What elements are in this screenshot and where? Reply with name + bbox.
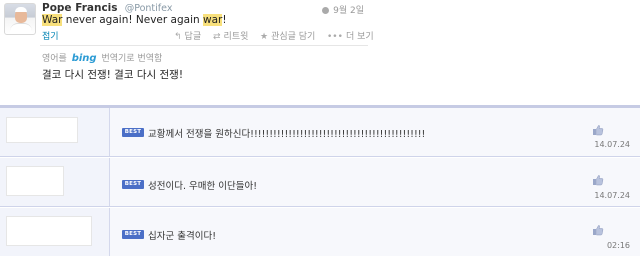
comment-row: BEST 성전이다. 우매한 이단들아! 14.07.24 bbox=[0, 158, 640, 207]
commenter-avatar[interactable] bbox=[6, 216, 92, 246]
translate-prefix: 영어를 bbox=[42, 54, 67, 64]
retweet-icon: ⇄ bbox=[213, 32, 221, 42]
comment-text: 성전이다. 우매한 이단들아! bbox=[148, 181, 258, 192]
commenter-avatar[interactable] bbox=[6, 117, 78, 143]
commenter-column bbox=[0, 208, 110, 256]
commenter-column bbox=[0, 108, 110, 156]
commenter-column bbox=[0, 158, 110, 206]
reply-button[interactable]: ↰ 답글 bbox=[174, 29, 201, 42]
bing-logo[interactable]: bing bbox=[72, 53, 97, 64]
best-badge: BEST bbox=[122, 180, 144, 189]
collapse-link[interactable]: 접기 bbox=[42, 29, 59, 42]
more-button[interactable]: ••• 더 보기 bbox=[327, 29, 374, 42]
comment-body: BEST 교황께서 전쟁을 원하신다!!!!!!!!!!!!!!!!!!!!!!… bbox=[110, 108, 640, 156]
comment-date: 14.07.24 bbox=[594, 140, 630, 149]
thumbs-up-icon[interactable] bbox=[592, 224, 604, 236]
comments-section: BEST 교황께서 전쟁을 원하신다!!!!!!!!!!!!!!!!!!!!!!… bbox=[0, 104, 640, 256]
comment-body: BEST 십자군 출격이다! 02:16 bbox=[110, 208, 640, 256]
tweet-text-part: never again! Never again bbox=[62, 14, 203, 26]
translation-attribution: 영어를 bing 번역기로 번역함 bbox=[42, 51, 162, 64]
commenter-avatar[interactable] bbox=[6, 166, 64, 196]
clock-icon bbox=[322, 7, 330, 14]
best-badge: BEST bbox=[122, 128, 144, 137]
divider bbox=[40, 45, 368, 46]
comment-row: BEST 십자군 출격이다! 02:16 bbox=[0, 208, 640, 256]
favorite-button[interactable]: ★ 관심글 담기 bbox=[260, 29, 315, 42]
author-avatar[interactable] bbox=[4, 3, 36, 35]
thumbs-up-icon[interactable] bbox=[592, 174, 604, 186]
comment-body: BEST 성전이다. 우매한 이단들아! 14.07.24 bbox=[110, 158, 640, 206]
more-icon: ••• bbox=[327, 32, 343, 42]
author-name[interactable]: Pope Francis bbox=[42, 2, 118, 14]
reply-label: 답글 bbox=[184, 32, 202, 42]
tweet-text-part: ! bbox=[222, 14, 227, 26]
tweet-author[interactable]: Pope Francis @Pontifex bbox=[42, 2, 172, 14]
tweet-actions: 접기 ↰ 답글 ⇄ 리트윗 ★ 관심글 담기 ••• 더 보기 bbox=[42, 29, 374, 43]
comment-date: 14.07.24 bbox=[594, 191, 630, 200]
tweet-date: 9월 2일 bbox=[333, 6, 364, 16]
retweet-label: 리트윗 bbox=[223, 32, 249, 42]
retweet-button[interactable]: ⇄ 리트윗 bbox=[213, 29, 248, 42]
best-badge: BEST bbox=[122, 230, 144, 239]
comment-text: 교황께서 전쟁을 원하신다!!!!!!!!!!!!!!!!!!!!!!!!!!!… bbox=[148, 129, 426, 140]
comment-date: 02:16 bbox=[606, 241, 630, 250]
favorite-label: 관심글 담기 bbox=[271, 32, 316, 42]
more-label: 더 보기 bbox=[345, 32, 374, 42]
tweet-card: Pope Francis @Pontifex 9월 2일 War never a… bbox=[0, 0, 374, 104]
author-handle[interactable]: @Pontifex bbox=[125, 3, 173, 14]
translate-suffix: 번역기로 번역함 bbox=[101, 54, 163, 64]
highlighted-word: war bbox=[203, 14, 223, 26]
favorite-icon: ★ bbox=[260, 32, 269, 42]
translated-text: 결코 다시 전쟁! 결코 다시 전쟁! bbox=[42, 69, 184, 81]
reply-icon: ↰ bbox=[174, 32, 182, 42]
thumbs-up-icon[interactable] bbox=[592, 124, 604, 136]
comment-row: BEST 교황께서 전쟁을 원하신다!!!!!!!!!!!!!!!!!!!!!!… bbox=[0, 108, 640, 157]
comment-text: 십자군 출격이다! bbox=[148, 231, 217, 242]
highlighted-word: War bbox=[42, 14, 63, 26]
tweet-timestamp[interactable]: 9월 2일 bbox=[322, 3, 364, 16]
tweet-text: War never again! Never again war! bbox=[42, 14, 227, 26]
